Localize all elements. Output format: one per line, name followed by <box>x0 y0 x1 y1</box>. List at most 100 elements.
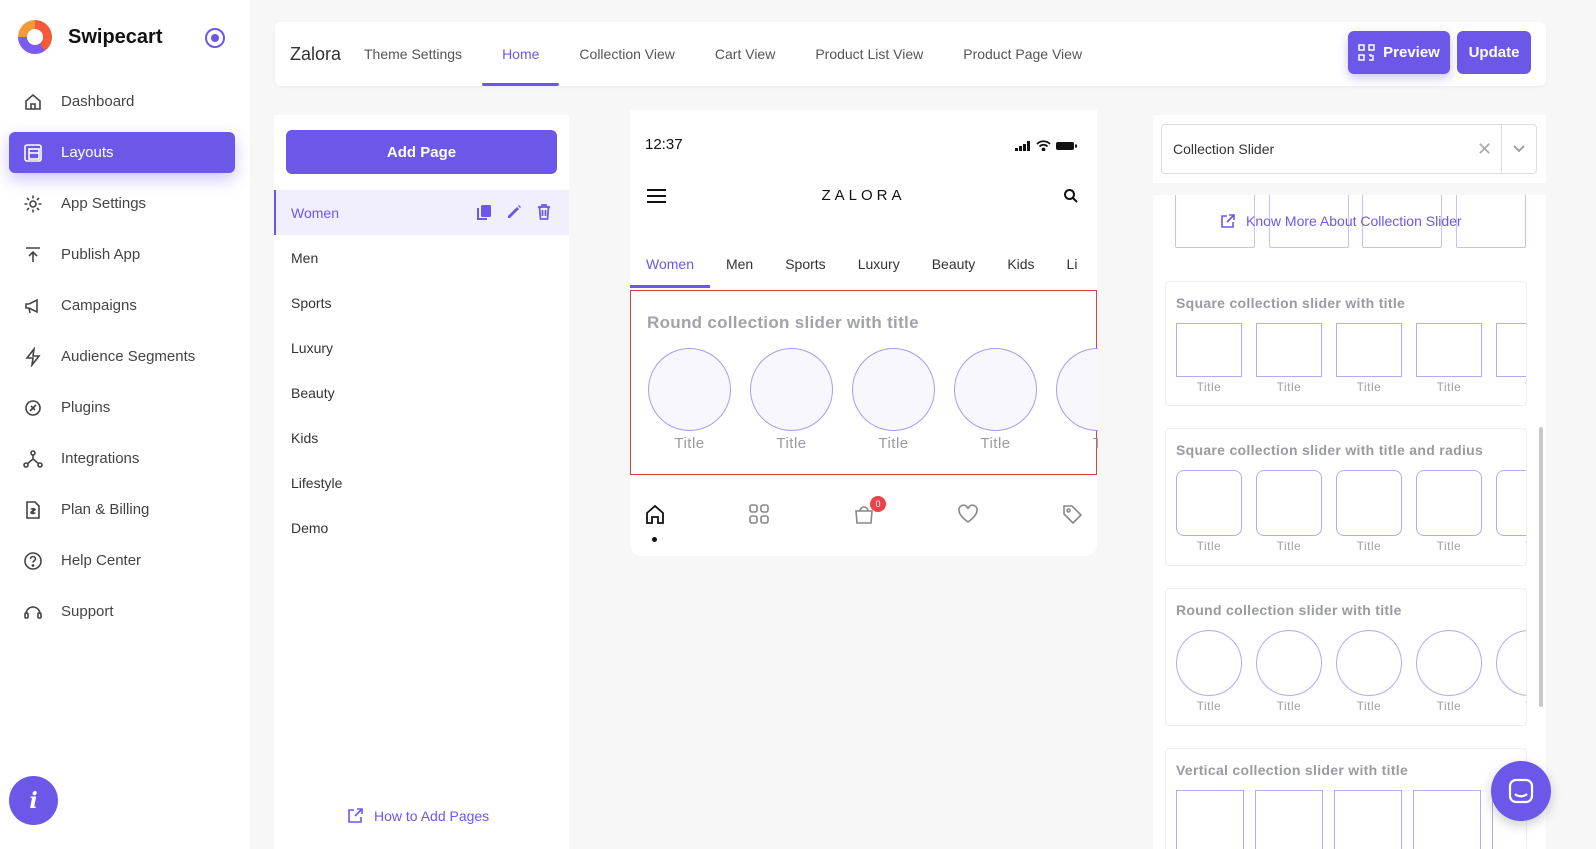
tab-cart-view[interactable]: Cart View <box>695 22 795 86</box>
category-tab-beauty[interactable]: Beauty <box>916 250 992 288</box>
collection-item[interactable]: Title <box>954 348 1037 452</box>
bottom-nav: 0 <box>630 496 1097 543</box>
template-item-label: Title <box>1276 699 1302 713</box>
page-item-women[interactable]: Women <box>274 190 569 235</box>
wifi-icon <box>1036 140 1051 151</box>
template-thumb <box>1416 630 1482 696</box>
help-icon <box>23 551 43 571</box>
heart-icon[interactable] <box>957 503 979 525</box>
page-item-luxury[interactable]: Luxury <box>274 325 569 370</box>
tab-theme-settings[interactable]: Theme Settings <box>364 22 482 86</box>
template-card-square[interactable]: Square collection slider with title Titl… <box>1165 281 1527 406</box>
category-tab-luxury[interactable]: Luxury <box>842 250 916 288</box>
sidebar-item-support[interactable]: Support <box>9 591 235 632</box>
layouts-icon <box>23 143 43 163</box>
sidebar-item-dashboard[interactable]: Dashboard <box>9 81 235 122</box>
brand[interactable]: Swipecart <box>18 20 162 54</box>
sidebar-item-plan-billing[interactable]: Plan & Billing <box>9 489 235 530</box>
update-button[interactable]: Update <box>1457 31 1531 74</box>
sidebar-item-layouts[interactable]: Layouts <box>9 132 235 173</box>
template-thumb <box>1496 630 1526 696</box>
page-item-sports[interactable]: Sports <box>274 280 569 325</box>
view-tabs: Theme Settings Home Collection View Cart… <box>364 22 1102 86</box>
page-item-beauty[interactable]: Beauty <box>274 370 569 415</box>
template-thumb <box>1416 323 1482 377</box>
scrollbar[interactable] <box>1539 427 1543 707</box>
page-item-lifestyle[interactable]: Lifestyle <box>274 460 569 505</box>
status-icons <box>1015 140 1078 151</box>
template-item: Title <box>1336 323 1402 394</box>
template-item-label: Title <box>1356 380 1382 394</box>
collection-label: Title <box>776 435 807 452</box>
sidebar-item-label: Integrations <box>61 450 140 467</box>
template-item-label: Title <box>1276 380 1302 394</box>
grid-icon[interactable] <box>748 503 770 525</box>
know-more-link[interactable]: Know More About Collection Slider <box>1220 213 1462 229</box>
template-card-round[interactable]: Round collection slider with title Title… <box>1165 588 1527 726</box>
template-item <box>1255 790 1323 849</box>
chat-button[interactable] <box>1491 761 1551 821</box>
category-tab-kids[interactable]: Kids <box>991 250 1050 288</box>
how-to-add-pages-link[interactable]: How to Add Pages <box>347 807 489 824</box>
sidebar-item-label: Audience Segments <box>61 348 196 365</box>
tab-collection-view[interactable]: Collection View <box>559 22 694 86</box>
edit-icon[interactable] <box>505 203 523 221</box>
preview-label: Preview <box>1383 44 1440 61</box>
template-item: Title <box>1336 630 1402 713</box>
template-item-label: Title <box>1196 539 1222 553</box>
collection-item[interactable]: Title <box>648 348 731 452</box>
signal-icon <box>1015 141 1030 151</box>
sidebar-item-label: Layouts <box>61 144 114 161</box>
collection-slider: Title Title Title Title T <box>648 348 1098 452</box>
billing-icon <box>23 500 43 520</box>
page-item-men[interactable]: Men <box>274 235 569 280</box>
template-item: Title <box>1336 470 1402 553</box>
tag-icon[interactable] <box>1061 503 1083 525</box>
preview-button[interactable]: Preview <box>1348 31 1450 74</box>
sidebar-item-audience-segments[interactable]: Audience Segments <box>9 336 235 377</box>
trash-icon[interactable] <box>535 203 553 221</box>
pages-panel: Add Page Women Men Sports Luxury Beauty … <box>274 115 569 849</box>
selected-collection-block[interactable]: Round collection slider with title Title… <box>630 290 1098 475</box>
collection-item[interactable]: Title <box>750 348 833 452</box>
home-icon[interactable] <box>644 503 666 525</box>
sidebar-item-campaigns[interactable]: Campaigns <box>9 285 235 326</box>
collection-item[interactable]: T <box>1056 348 1098 452</box>
block-type-select[interactable]: Collection Slider ✕ <box>1161 124 1537 174</box>
tab-product-page-view[interactable]: Product Page View <box>943 22 1102 86</box>
template-thumb <box>1336 630 1402 696</box>
select-value: Collection Slider <box>1173 141 1275 157</box>
search-icon[interactable] <box>1063 188 1079 204</box>
page-item-kids[interactable]: Kids <box>274 415 569 460</box>
integrations-icon <box>23 449 43 469</box>
sidebar-item-label: Help Center <box>61 552 142 569</box>
project-name: Zalora <box>290 44 342 64</box>
close-icon[interactable]: ✕ <box>1477 139 1492 160</box>
template-panel: Know More About Collection Slider Square… <box>1153 195 1546 849</box>
sidebar-item-app-settings[interactable]: App Settings <box>9 183 235 224</box>
copy-icon[interactable] <box>475 203 493 221</box>
template-card-vertical[interactable]: Vertical collection slider with title <box>1165 748 1527 849</box>
external-link-icon <box>348 808 363 823</box>
chevron-down-icon[interactable] <box>1512 141 1526 155</box>
sidebar-item-plugins[interactable]: Plugins <box>9 387 235 428</box>
template-thumb <box>1176 323 1242 377</box>
sidebar-item-integrations[interactable]: Integrations <box>9 438 235 479</box>
tab-home[interactable]: Home <box>482 22 560 86</box>
category-tab-men[interactable]: Men <box>710 250 769 288</box>
category-tab-women[interactable]: Women <box>630 250 710 288</box>
collection-item[interactable]: Title <box>852 348 935 452</box>
template-card-square-radius[interactable]: Square collection slider with title and … <box>1165 428 1527 566</box>
info-button[interactable]: i <box>9 776 58 825</box>
collection-thumb <box>750 348 833 431</box>
sidebar-item-label: Campaigns <box>61 297 137 314</box>
add-page-button[interactable]: Add Page <box>286 130 557 174</box>
tab-product-list-view[interactable]: Product List View <box>795 22 943 86</box>
category-tab-lifestyle[interactable]: Li <box>1051 250 1094 288</box>
sidebar-item-help-center[interactable]: Help Center <box>9 540 235 581</box>
sidebar-item-publish-app[interactable]: Publish App <box>9 234 235 275</box>
target-icon[interactable] <box>205 28 225 48</box>
page-item-demo[interactable]: Demo <box>274 505 569 550</box>
qr-code-icon <box>1358 44 1375 61</box>
category-tab-sports[interactable]: Sports <box>769 250 841 288</box>
